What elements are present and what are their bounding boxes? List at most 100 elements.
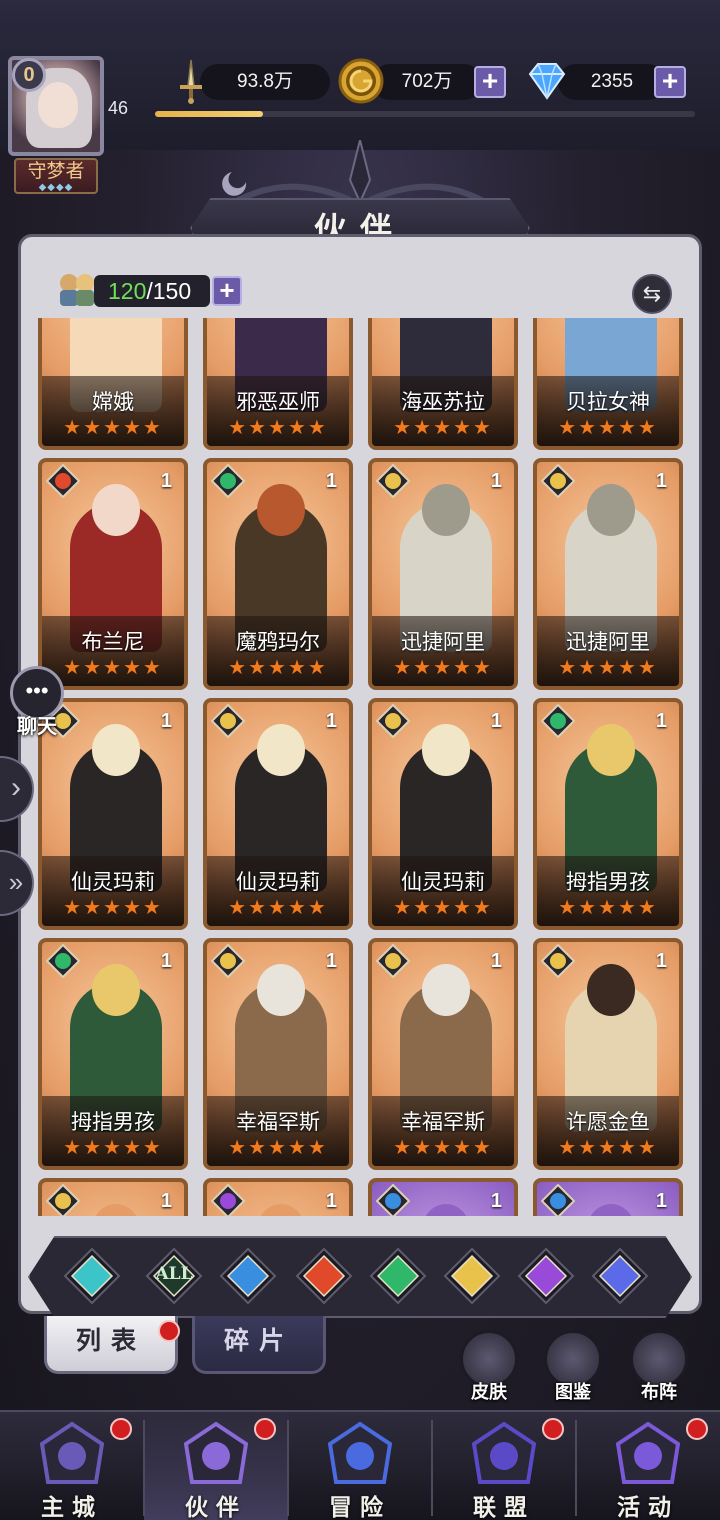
nav-separator (431, 1420, 433, 1516)
exp-bar (155, 111, 695, 117)
partner-card[interactable]: 嫦娥 ★★★★★ (38, 318, 188, 450)
card-character-head (257, 964, 305, 1016)
card-stars: ★★★★★ (63, 897, 163, 919)
element-icon (210, 703, 246, 739)
card-stars: ★★★★★ (228, 1137, 328, 1159)
gold-coin-icon (338, 58, 384, 104)
partner-card[interactable]: 1 幸福罕斯 ★★★★★ (203, 938, 353, 1170)
card-stars: ★★★★★ (228, 417, 328, 439)
filter-neutral[interactable] (62, 1246, 122, 1306)
nav-icon (39, 1421, 105, 1484)
avatar-face (38, 82, 78, 128)
nav-notification-dot (542, 1418, 564, 1440)
nav-item[interactable]: 冒险 (288, 1414, 432, 1520)
element-icon (45, 463, 81, 499)
element-icon (540, 703, 576, 739)
nav-icon (327, 1421, 393, 1484)
partner-card[interactable]: 1 许愿金鱼 ★★★★★ (533, 938, 683, 1170)
partner-card[interactable]: 1 (38, 1178, 188, 1216)
partner-grid: 嫦娥 ★★★★★ 邪恶巫师 ★★★★★ 海巫苏拉 ★★★★★ 贝拉女神 ★★★★★ 1 布兰尼 ★★… (34, 318, 690, 1216)
partner-card[interactable]: 1 (368, 1178, 518, 1216)
card-count: 1 (490, 1190, 502, 1212)
skin-button[interactable]: 皮肤 (454, 1330, 524, 1406)
card-character-head (92, 484, 140, 536)
element-icon (45, 1183, 81, 1216)
filter-shadow[interactable] (516, 1246, 576, 1306)
card-stars: ★★★★★ (63, 1137, 163, 1159)
filter-all[interactable]: ALL (144, 1246, 204, 1306)
card-character-head (587, 484, 635, 536)
card-count: 1 (490, 710, 502, 732)
nav-label: 冒险 (329, 1494, 391, 1520)
add-gold-button[interactable]: + (474, 66, 506, 98)
formation-button[interactable]: 布阵 (624, 1330, 694, 1406)
partner-card[interactable]: 1 迅捷阿里 ★★★★★ (533, 458, 683, 690)
card-stars: ★★★★★ (228, 657, 328, 679)
card-character-head (257, 484, 305, 536)
element-icon (45, 943, 81, 979)
partner-card[interactable]: 1 幸福罕斯 ★★★★★ (368, 938, 518, 1170)
chat-button[interactable]: ••• 聊天 (6, 666, 68, 742)
partner-card[interactable]: 海巫苏拉 ★★★★★ (368, 318, 518, 450)
nav-label: 主城 (41, 1494, 103, 1520)
partner-card[interactable]: 1 (203, 1178, 353, 1216)
card-count: 1 (655, 950, 667, 972)
card-character-head (422, 724, 470, 776)
nav-label: 伙伴 (185, 1494, 247, 1520)
filter-nature[interactable] (368, 1246, 428, 1306)
card-stars: ★★★★★ (558, 1137, 658, 1159)
element-icon (375, 703, 411, 739)
card-stars: ★★★★★ (393, 417, 493, 439)
skin-label: 皮肤 (471, 1382, 507, 1402)
swap-view-button[interactable]: ⇆ (632, 274, 672, 314)
nav-notification-dot (686, 1418, 708, 1440)
filter-all-label: ALL (155, 1264, 193, 1284)
partner-card[interactable]: 1 布兰尼 ★★★★★ (38, 458, 188, 690)
card-name: 幸福罕斯 (236, 1111, 320, 1134)
tab-list[interactable]: 列表 (44, 1316, 178, 1374)
exp-bar-fill (155, 111, 263, 117)
filter-fire[interactable] (294, 1246, 354, 1306)
card-count: 1 (655, 470, 667, 492)
card-name: 嫦娥 (92, 391, 134, 414)
filter-light[interactable] (442, 1246, 502, 1306)
partner-card[interactable]: 1 魔鸦玛尔 ★★★★★ (203, 458, 353, 690)
nav-icon (471, 1421, 537, 1484)
card-character-head (92, 964, 140, 1016)
card-name: 仙灵玛莉 (236, 871, 320, 894)
filter-cosmic[interactable] (590, 1246, 650, 1306)
partner-card[interactable]: 1 仙灵玛莉 ★★★★★ (203, 698, 353, 930)
card-stars: ★★★★★ (393, 897, 493, 919)
tab-fragments[interactable]: 碎片 (192, 1316, 326, 1374)
card-stars: ★★★★★ (63, 417, 163, 439)
card-name: 贝拉女神 (566, 391, 650, 414)
capacity-max: /150 (146, 278, 192, 304)
sword-icon (180, 59, 202, 104)
element-icon (210, 463, 246, 499)
card-name: 仙灵玛莉 (71, 871, 155, 894)
partner-card[interactable]: 1 迅捷阿里 ★★★★★ (368, 458, 518, 690)
card-count: 1 (160, 950, 172, 972)
card-stars: ★★★★★ (558, 897, 658, 919)
card-stars: ★★★★★ (228, 897, 328, 919)
filter-water[interactable] (218, 1246, 278, 1306)
card-name: 许愿金鱼 (566, 1111, 650, 1134)
partner-card[interactable]: 1 拇指男孩 ★★★★★ (38, 938, 188, 1170)
expand-capacity-button[interactable]: + (212, 276, 242, 306)
add-diamond-button[interactable]: + (654, 66, 686, 98)
chat-label: 聊天 (17, 716, 57, 738)
player-title-badge[interactable]: 守梦者 ◆◆◆◆ (14, 158, 98, 194)
card-character-head (422, 484, 470, 536)
card-count: 1 (160, 710, 172, 732)
card-name: 魔鸦玛尔 (236, 631, 320, 654)
partner-card[interactable]: 邪恶巫师 ★★★★★ (203, 318, 353, 450)
codex-button[interactable]: 图鉴 (538, 1330, 608, 1406)
element-icon (375, 1183, 411, 1216)
partner-card[interactable]: 1 拇指男孩 ★★★★★ (533, 698, 683, 930)
card-character-head (587, 724, 635, 776)
vip-badge[interactable]: 0 (12, 58, 46, 92)
partner-card[interactable]: 贝拉女神 ★★★★★ (533, 318, 683, 450)
partner-card[interactable]: 1 (533, 1178, 683, 1216)
card-name: 海巫苏拉 (401, 391, 485, 414)
partner-card[interactable]: 1 仙灵玛莉 ★★★★★ (368, 698, 518, 930)
